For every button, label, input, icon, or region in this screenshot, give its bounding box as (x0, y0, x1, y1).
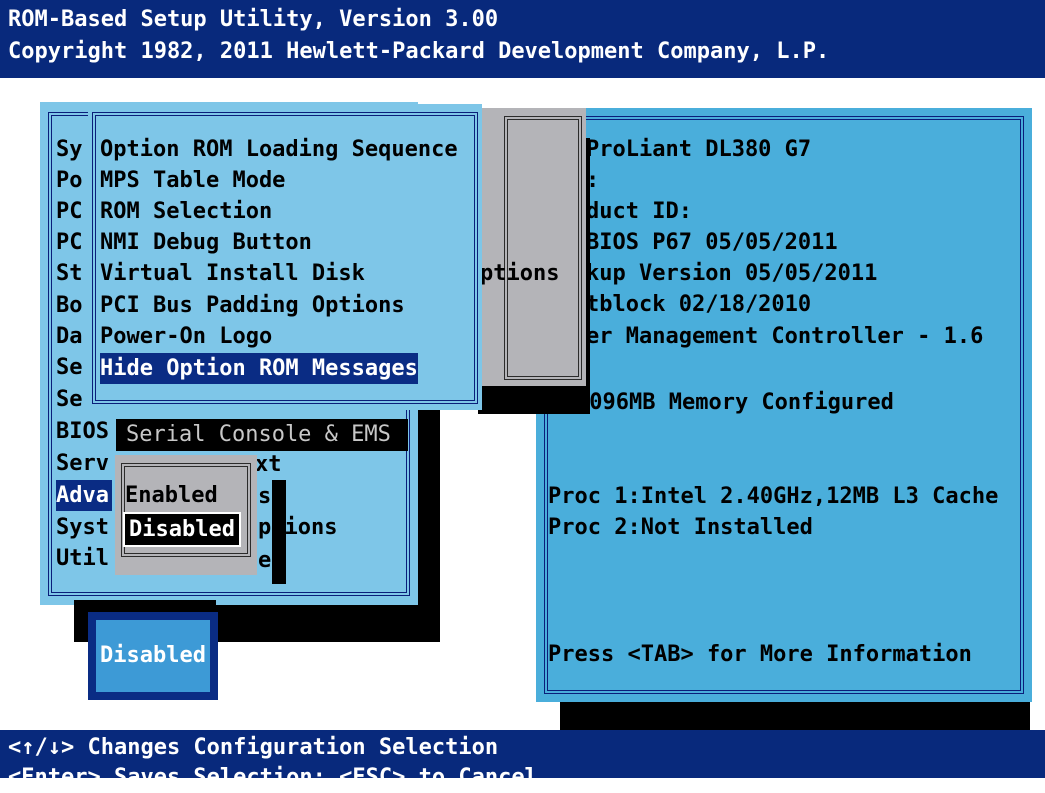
footer-bar: <↑/↓> Changes Configuration Selection <E… (0, 730, 1045, 790)
option-disabled-selected[interactable]: Disabled (123, 512, 241, 547)
main-menu-item[interactable]: St (56, 258, 83, 289)
main-menu-item-advanced[interactable]: Adva (56, 480, 112, 511)
info-proc2: Proc 2:Not Installed (548, 515, 813, 540)
current-value-text: Disabled (100, 643, 206, 668)
info-power-mgmt: er Management Controller - 1.6 (586, 324, 984, 349)
info-backup-version: kup Version 05/05/2011 (586, 261, 878, 286)
main-menu-item[interactable]: Da (56, 321, 83, 352)
main-menu-item[interactable]: Se (56, 352, 83, 383)
info-bootblock: tblock 02/18/2010 (586, 292, 812, 317)
main-menu-item[interactable]: Po (56, 165, 83, 196)
info-tab-hint: Press <TAB> for More Information (548, 642, 972, 667)
rom-selection[interactable]: ROM Selection (100, 196, 272, 227)
main-menu-item[interactable]: PC (56, 196, 83, 227)
hide-option-rom-messages[interactable]: Hide Option ROM Messages (100, 353, 418, 384)
grey-panel-fragment[interactable]: ptions (480, 258, 559, 289)
advanced-item-fragment[interactable]: ptions (258, 512, 337, 543)
pci-bus-padding-options[interactable]: PCI Bus Padding Options (100, 290, 405, 321)
main-menu-item[interactable]: Se (56, 384, 83, 415)
advanced-item-fragment[interactable]: xt (255, 449, 282, 480)
value-popup: Enabled Disabled (115, 455, 257, 575)
current-value-box: Disabled (88, 612, 218, 700)
main-menu-item[interactable]: Syst (56, 512, 109, 543)
app-title: ROM-Based Setup Utility, Version 3.00 (8, 7, 499, 32)
serial-console-label: Serial Console & EMS (126, 422, 391, 447)
power-on-logo[interactable]: Power-On Logo (100, 321, 272, 352)
info-panel: ProLiant DL380 G7 : duct ID: BIOS P67 05… (536, 108, 1032, 702)
virtual-install-disk[interactable]: Virtual Install Disk (100, 258, 365, 289)
main-menu-item[interactable]: Serv (56, 448, 109, 479)
main-menu-item[interactable]: Util (56, 543, 109, 574)
option-enabled[interactable]: Enabled (125, 480, 218, 511)
advanced-item-fragment[interactable]: s (258, 481, 271, 512)
main-menu-item[interactable]: BIOS (56, 416, 109, 447)
info-proc1: Proc 1:Intel 2.40GHz,12MB L3 Cache (548, 484, 999, 509)
copyright-text: Copyright 1982, 2011 Hewlett-Packard Dev… (8, 39, 830, 64)
option-rom-loading-sequence[interactable]: Option ROM Loading Sequence (100, 134, 458, 165)
info-product-id: duct ID: (586, 199, 692, 224)
info-bios-version: BIOS P67 05/05/2011 (586, 230, 838, 255)
serial-console-header: Serial Console & EMS (116, 419, 408, 451)
info-memory: 4096MB Memory Configured (576, 390, 894, 415)
mps-table-mode[interactable]: MPS Table Mode (100, 165, 285, 196)
nmi-debug-button[interactable]: NMI Debug Button (100, 227, 312, 258)
main-menu-item[interactable]: PC (56, 227, 83, 258)
main-menu-item[interactable]: Bo (56, 290, 83, 321)
header-bar: ROM-Based Setup Utility, Version 3.00 Co… (0, 0, 1045, 78)
advanced-item-fragment[interactable]: e (258, 545, 271, 576)
grey-panel: ptions (476, 108, 586, 386)
main-menu-item[interactable]: Sy (56, 134, 83, 165)
grey-panel-frame (504, 116, 582, 380)
footer-hint-navigation: <↑/↓> Changes Configuration Selection (8, 735, 499, 760)
options-submenu: Option ROM Loading Sequence MPS Table Mo… (88, 104, 482, 410)
info-model: ProLiant DL380 G7 (586, 137, 812, 162)
